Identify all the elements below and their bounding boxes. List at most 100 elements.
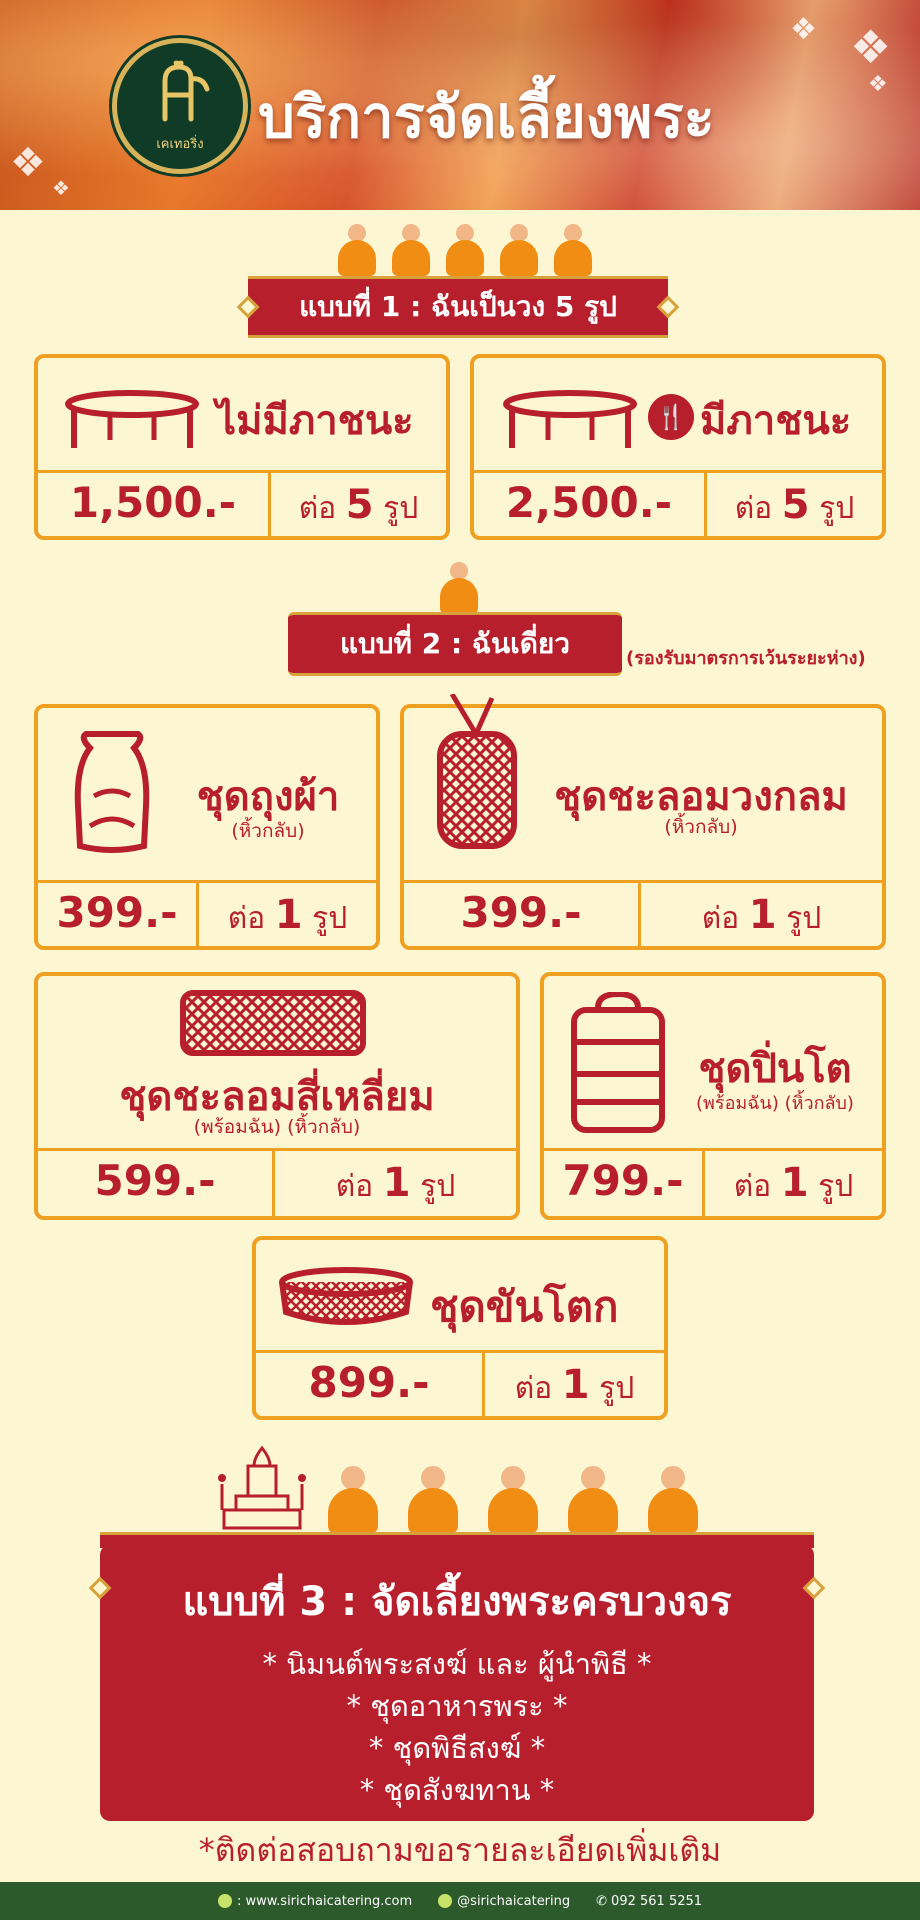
monk-icon	[440, 562, 478, 614]
per-unit: รูป	[786, 901, 822, 936]
thai-ornament-icon: ❖	[790, 12, 817, 47]
plan1-no-food-per: ต่อ 5 รูป	[271, 482, 446, 532]
footer-phone[interactable]: ✆ 092 561 5251	[596, 1894, 702, 1909]
per-word: ต่อ	[335, 1169, 374, 1204]
plan1-no-food-price: 1,500.-	[69, 478, 237, 527]
web-icon	[217, 1894, 232, 1908]
per-number: 1	[274, 892, 303, 938]
per-number: 1	[748, 892, 777, 938]
item-khantoke-box: ชุดขันโตก 899.- ต่อ 1 รูป	[252, 1236, 668, 1420]
plan1-with-food-per: ต่อ 5 รูป	[707, 482, 882, 532]
phone-text: 092 561 5251	[611, 1893, 703, 1909]
per-word: ต่อ	[227, 901, 266, 936]
per-unit: รูป	[383, 491, 419, 526]
item-round-basket-price: 399.-	[460, 888, 582, 937]
logo-text: เคเทอริ่ง	[156, 136, 204, 152]
thai-ornament-icon: ❖	[52, 176, 70, 200]
divider	[404, 880, 882, 883]
rooster-icon	[162, 60, 210, 121]
per-number: 1	[561, 1362, 590, 1408]
thai-ornament-icon: ❖	[868, 72, 888, 97]
footer-website[interactable]: : www.sirichaicatering.com	[217, 1893, 413, 1909]
thai-ornament-icon: ❖	[850, 20, 892, 74]
item-tiffin-sub: (พร้อมฉัน) (หิ้วกลับ)	[696, 1093, 854, 1114]
per-word: ต่อ	[701, 901, 740, 936]
plan1-ribbon-label: แบบที่ 1 : ฉันเป็นวง 5 รูป	[299, 290, 617, 323]
thai-ornament-icon: ❖	[10, 140, 46, 186]
footnote: *ติดต่อสอบถามขอรายละเอียดเพิ่มเติม	[198, 1831, 722, 1869]
tiffin-icon	[571, 992, 665, 1133]
cloth-bag-icon	[74, 731, 150, 853]
monk-icon	[338, 224, 376, 276]
plan1-no-food-box: ไม่มีภาชนะ 1,500.- ต่อ 5 รูป	[34, 354, 450, 540]
altar-icon	[218, 1445, 306, 1530]
monk-icon	[554, 224, 592, 276]
item-square-basket-box: ชุดชะลอมสี่เหลี่ยม (พร้อมฉัน) (หิ้วกลับ)…	[34, 972, 520, 1220]
divider	[256, 1350, 664, 1353]
per-word: ต่อ	[733, 1169, 772, 1204]
plan1-with-food-box: 🍴 มีภาชนะ 2,500.- ต่อ 5 รูป	[470, 354, 886, 540]
item-round-basket-sub: (หิ้วกลับ)	[664, 816, 738, 838]
plan1-with-food-title: มีภาชนะ	[700, 398, 852, 444]
per-word: ต่อ	[514, 1371, 553, 1406]
round-table-icon	[65, 390, 199, 448]
company-logo: เคเทอริ่ง	[112, 38, 248, 174]
divider	[38, 470, 446, 473]
per-unit: รูป	[818, 1169, 854, 1204]
item-khantoke-price: 899.-	[308, 1358, 430, 1407]
per-number: 1	[382, 1160, 411, 1206]
divider	[474, 470, 882, 473]
per-unit: รูป	[312, 901, 348, 936]
round-table-icon	[503, 390, 637, 448]
plan3-line: * ชุดสังฆทาน *	[359, 1773, 555, 1807]
plan1-no-food-title: ไม่มีภาชนะ	[216, 398, 414, 444]
per-word: ต่อ	[734, 491, 773, 526]
item-cloth-bag-per: ต่อ 1 รูป	[199, 892, 376, 942]
item-tiffin-box: ชุดปิ่นโต (พร้อมฉัน) (หิ้วกลับ) 799.- ต่…	[540, 972, 886, 1220]
item-square-basket-per: ต่อ 1 รูป	[275, 1160, 516, 1210]
plan1-ribbon: แบบที่ 1 : ฉันเป็นวง 5 รูป	[248, 276, 668, 338]
monk-icon	[328, 1466, 378, 1534]
per-number: 5	[781, 482, 810, 528]
item-khantoke-per: ต่อ 1 รูป	[485, 1362, 664, 1412]
khantoke-tray-icon	[279, 1267, 413, 1325]
website-text: : www.sirichaicatering.com	[236, 1893, 413, 1909]
plan2-note: (รองรับมาตรการเว้นระยะห่าง)	[626, 648, 866, 669]
monk-icon	[446, 224, 484, 276]
line-icon	[438, 1894, 453, 1908]
divider	[38, 880, 376, 883]
plan2-ribbon: แบบที่ 2 : ฉันเดี่ยว	[288, 612, 622, 676]
footer-bar: : www.sirichaicatering.com @sirichaicate…	[0, 1882, 920, 1920]
item-cloth-bag-sub: (หิ้วกลับ)	[231, 820, 305, 842]
item-cloth-bag-price: 399.-	[56, 888, 178, 937]
footer-line[interactable]: @sirichaicatering	[438, 1894, 570, 1909]
per-unit: รูป	[599, 1371, 635, 1406]
page-title: บริการจัดเลี้ยงพระ	[258, 83, 715, 151]
cutlery-icon: 🍴	[648, 394, 694, 440]
monk-icon	[568, 1466, 618, 1534]
plan3-title: แบบที่ 3 : จัดเลี้ยงพระครบวงจร	[182, 1579, 732, 1625]
per-number: 5	[345, 482, 374, 528]
item-square-basket-price: 599.-	[94, 1156, 216, 1205]
square-basket-icon	[180, 990, 366, 1056]
monk-icon	[392, 224, 430, 276]
monk-icon	[648, 1466, 698, 1534]
per-unit: รูป	[819, 491, 855, 526]
divider	[38, 1148, 516, 1151]
plan3-line: * ชุดพิธีสงฆ์ *	[368, 1731, 546, 1765]
per-word: ต่อ	[298, 491, 337, 526]
plan1-with-food-price: 2,500.-	[505, 478, 673, 527]
item-round-basket-per: ต่อ 1 รูป	[641, 892, 882, 942]
per-unit: รูป	[420, 1169, 456, 1204]
item-square-basket-sub: (พร้อมฉัน) (หิ้วกลับ)	[193, 1116, 361, 1138]
phone-icon: ✆	[596, 1893, 608, 1909]
item-tiffin-price: 799.-	[562, 1156, 684, 1205]
plan2-ribbon-label: แบบที่ 2 : ฉันเดี่ยว	[339, 627, 571, 660]
monk-icon	[408, 1466, 458, 1534]
per-number: 1	[780, 1160, 809, 1206]
plan3-line: * ชุดอาหารพระ *	[346, 1689, 568, 1723]
divider	[544, 1148, 882, 1151]
line-id-text: @sirichaicatering	[457, 1893, 571, 1909]
monk-icon	[500, 224, 538, 276]
round-basket-icon	[437, 694, 517, 849]
